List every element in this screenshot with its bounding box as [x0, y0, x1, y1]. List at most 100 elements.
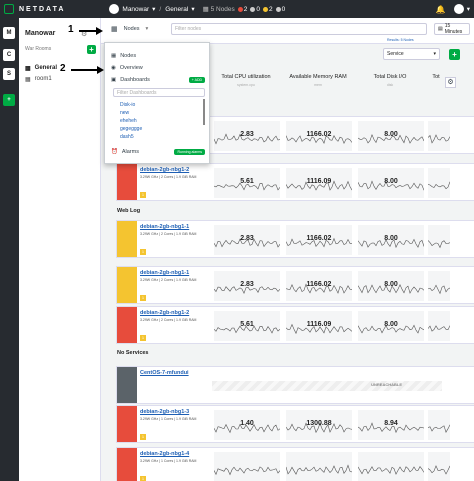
ram-value: 1166.02	[286, 281, 352, 288]
sparkline-icon	[428, 168, 450, 198]
node-card[interactable]: #e74c3cdebian-2gb-nbg1-2 3.29W GHz | 2 Co…	[116, 163, 474, 201]
sparkline-icon	[428, 271, 450, 301]
disk-sparkline[interactable]: 8.00	[358, 225, 424, 255]
cpu-sparkline[interactable]: 2.83	[214, 225, 280, 255]
space-button-s[interactable]: S	[3, 68, 15, 80]
separator: /	[159, 6, 161, 13]
node-name[interactable]: debian-2gb-nbg1-4	[140, 451, 189, 457]
grid-icon: ▦	[111, 53, 116, 59]
add-space-button[interactable]: +	[3, 94, 15, 106]
cpu-sparkline[interactable]: 5.61	[214, 168, 280, 198]
column-sub-cpu: system.cpu	[213, 83, 279, 87]
menu-item-alarms[interactable]: ⏰ Alarms Running alarms	[111, 149, 205, 155]
disk-sparkline[interactable]: 8.00	[358, 121, 424, 151]
node-card[interactable]: #f4c430debian-2gb-nbg1-1 3.29W GHz | 2 Co…	[116, 266, 474, 304]
dashboard-link[interactable]: Disk-io	[120, 101, 142, 109]
alarm-badge[interactable]: 1	[140, 434, 146, 440]
ram-sparkline[interactable]: 1166.02	[286, 225, 352, 255]
disk-sparkline[interactable]: 8.00	[358, 311, 424, 341]
cpu-sparkline[interactable]: 5.61	[214, 311, 280, 341]
bell-icon[interactable]: 🔔	[436, 5, 446, 14]
extra-sparkline[interactable]	[428, 168, 450, 198]
space-selector[interactable]: Manowar ▾	[109, 4, 155, 14]
disk-sparkline[interactable]: 8.00	[358, 168, 424, 198]
sidebar-item-general[interactable]: ▦ General	[25, 65, 57, 72]
extra-sparkline[interactable]	[428, 225, 450, 255]
cpu-value: 5.61	[214, 321, 280, 328]
menu-item-overview[interactable]: ◉ Overview	[111, 65, 143, 71]
sidebar-item-room1[interactable]: ▦ room1	[25, 76, 52, 83]
menu-item-dashboards[interactable]: ▣ Dashboards + ADD	[111, 77, 205, 83]
view-selector[interactable]: ▦ Nodes ▾	[111, 25, 148, 33]
ram-sparkline[interactable]: 1166.02	[286, 271, 352, 301]
add-room-button[interactable]: +	[87, 45, 96, 54]
ram-sparkline[interactable]: 1300.88	[286, 410, 352, 440]
room-selector[interactable]: General ▾	[165, 5, 194, 13]
status-bar: #e74c3c	[117, 164, 137, 200]
ram-sparkline[interactable]: 1166.02	[286, 121, 352, 151]
dashboard-link[interactable]: eheheh	[120, 117, 142, 125]
extra-sparkline[interactable]	[428, 121, 450, 151]
alarm-badge[interactable]: 1	[140, 295, 146, 301]
chevron-down-icon: ▾	[433, 51, 436, 57]
filter-dashboards-input[interactable]: Filter Dashboards	[113, 88, 205, 97]
scrollbar[interactable]	[203, 99, 205, 125]
node-card[interactable]: #e74c3cdebian-2gb-nbg1-3 3.29W GHz | 1 Co…	[116, 405, 474, 443]
sparkline-icon	[428, 452, 450, 481]
space-button-c[interactable]: C	[3, 49, 15, 61]
sparkline-icon	[286, 452, 352, 481]
space-button-m[interactable]: M	[3, 27, 15, 39]
group-label-web-log: Web Log	[117, 208, 140, 214]
dashboard-link[interactable]: new	[120, 109, 142, 117]
filter-nodes-input[interactable]: Filter nodes	[171, 23, 427, 35]
cpu-sparkline[interactable]	[214, 452, 280, 481]
node-name[interactable]: debian-2gb-nbg1-2	[140, 310, 189, 316]
grid-icon: ▦	[111, 25, 118, 33]
cpu-sparkline[interactable]: 1.40	[214, 410, 280, 440]
dashboard-link[interactable]: dash5	[120, 133, 142, 141]
ram-sparkline[interactable]: 1116.09	[286, 311, 352, 341]
add-dashboard-button[interactable]: + ADD	[189, 77, 205, 83]
node-card[interactable]: #e74c3cdebian-2gb-nbg1-2 3.29W GHz | 2 Co…	[116, 306, 474, 344]
node-name[interactable]: debian-2gb-nbg1-2	[140, 167, 189, 173]
node-card[interactable]: #ccccccCentOS-7-mfundui UNREACHABLE	[116, 366, 474, 404]
dashboard-link[interactable]: gegeggge	[120, 125, 142, 133]
dashboard-list: Disk-io new eheheh gegeggge dash5	[120, 101, 142, 141]
gear-icon[interactable]: ⚙	[445, 77, 456, 88]
status-bar: #cccccc	[117, 367, 137, 403]
node-name[interactable]: CentOS-7-mfundui	[140, 370, 189, 376]
disk-sparkline[interactable]: UNREACHABLE	[212, 381, 442, 391]
group-by-select[interactable]: Service ▾	[383, 48, 440, 60]
cpu-sparkline[interactable]: 2.83	[214, 271, 280, 301]
extra-sparkline[interactable]	[428, 452, 450, 481]
alarm-badge[interactable]: 1	[140, 249, 146, 255]
disk-sparkline[interactable]	[358, 452, 424, 481]
avatar[interactable]	[454, 4, 464, 14]
menu-item-nodes[interactable]: ▦ Nodes	[111, 53, 136, 59]
node-name[interactable]: debian-2gb-nbg1-1	[140, 270, 189, 276]
node-name[interactable]: debian-2gb-nbg1-1	[140, 224, 189, 230]
cpu-value: 5.61	[214, 178, 280, 185]
disk-value: 8.00	[358, 235, 424, 242]
ram-sparkline[interactable]: 1116.09	[286, 168, 352, 198]
extra-sparkline[interactable]	[428, 311, 450, 341]
extra-sparkline[interactable]	[428, 410, 450, 440]
chevron-down-icon[interactable]: ▾	[467, 5, 470, 13]
timeframe-picker[interactable]: ▤ 15 Minutes	[434, 23, 470, 35]
ram-sparkline[interactable]	[286, 452, 352, 481]
node-meta: 3.29W GHz | 2 Cores | 1.9 GiB RAM	[140, 318, 196, 322]
node-card[interactable]: #f4c430debian-2gb-nbg1-1 3.29W GHz | 2 Co…	[116, 220, 474, 258]
alarm-badge[interactable]: 1	[140, 335, 146, 341]
alarm-badge[interactable]: 1	[140, 476, 146, 481]
node-name[interactable]: debian-2gb-nbg1-3	[140, 409, 189, 415]
alarm-counters[interactable]: 2 0 2 0	[235, 6, 286, 13]
node-card[interactable]: #e74c3cdebian-2gb-nbg1-4 3.29W GHz | 1 Co…	[116, 447, 474, 481]
ram-value: 1166.02	[286, 235, 352, 242]
disk-sparkline[interactable]: 8.94	[358, 410, 424, 440]
cpu-sparkline[interactable]: 2.83	[214, 121, 280, 151]
node-meta: 3.29W GHz | 1 Cores | 1.9 GiB RAM	[140, 459, 196, 463]
disk-sparkline[interactable]: 8.00	[358, 271, 424, 301]
extra-sparkline[interactable]	[428, 271, 450, 301]
alarm-badge[interactable]: 1	[140, 192, 146, 198]
add-chart-button[interactable]: +	[449, 49, 460, 60]
